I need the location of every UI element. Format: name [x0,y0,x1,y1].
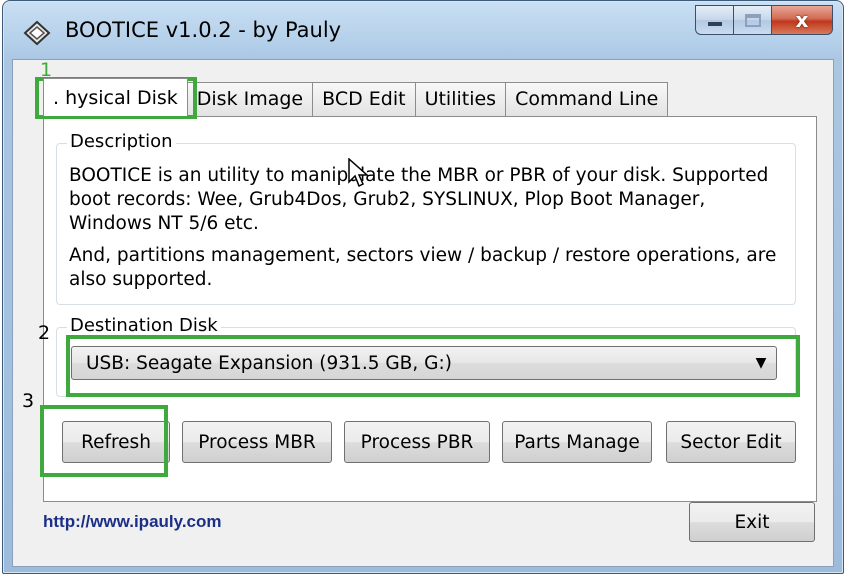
description-group: Description BOOTICE is an utility to man… [56,131,796,305]
maximize-button[interactable] [733,5,771,35]
process-pbr-button[interactable]: Process PBR [344,421,490,463]
description-legend: Description [67,131,176,152]
tab-strip: . hysical Disk Disk Image BCD Edit Utili… [43,78,669,116]
minimize-button[interactable] [695,5,733,35]
exit-button[interactable]: Exit [689,502,815,542]
highlight-box-3 [40,405,168,477]
title-bar[interactable]: BOOTICE v1.0.2 - by Pauly x [3,1,843,59]
caption-buttons: x [695,5,833,37]
tab-disk-image[interactable]: Disk Image [186,82,314,116]
description-paragraph-1: BOOTICE is an utility to manipulate the … [69,165,769,234]
mouse-pointer-icon [348,158,369,188]
website-link[interactable]: http://www.ipauly.com [43,512,222,532]
sector-edit-button[interactable]: Sector Edit [666,421,796,463]
app-window: BOOTICE v1.0.2 - by Pauly x . hysical Di… [2,0,844,574]
parts-manage-button[interactable]: Parts Manage [502,421,652,463]
client-area: . hysical Disk Disk Image BCD Edit Utili… [12,59,834,567]
bootice-app-icon [23,20,51,46]
process-mbr-button[interactable]: Process MBR [182,421,332,463]
tab-utilities[interactable]: Utilities [414,82,507,116]
annotation-number-2: 2 [38,322,51,344]
minimize-icon [707,22,722,26]
close-button[interactable]: x [771,5,833,35]
window-title: BOOTICE v1.0.2 - by Pauly [65,18,342,42]
destination-disk-legend: Destination Disk [67,315,221,336]
close-icon: x [795,8,809,32]
highlight-box-2 [66,335,800,397]
description-text: BOOTICE is an utility to manipulate the … [69,164,789,300]
annotation-number-3: 3 [22,390,35,412]
tab-physical-disk[interactable]: . hysical Disk [43,78,188,116]
tab-command-line[interactable]: Command Line [505,82,669,116]
description-paragraph-2: And, partitions management, sectors view… [69,245,777,290]
maximize-icon [744,13,761,27]
tab-bcd-edit[interactable]: BCD Edit [312,82,416,116]
